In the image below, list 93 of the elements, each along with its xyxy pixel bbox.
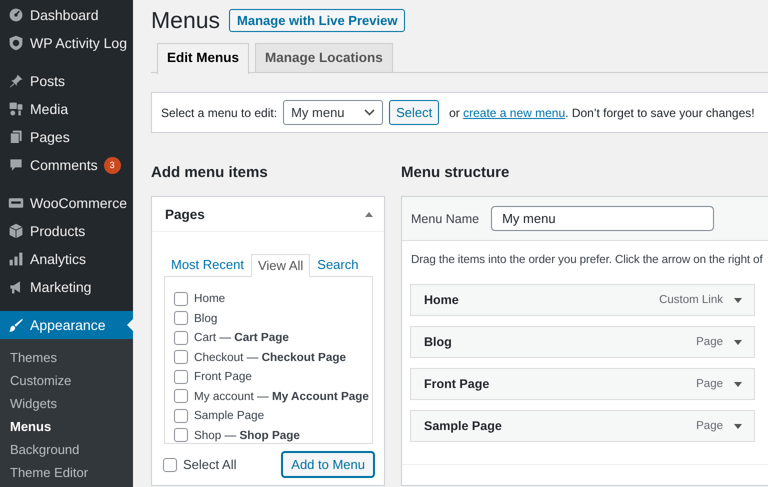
pin-icon	[8, 73, 24, 89]
menu-item-title: Front Page	[424, 377, 490, 391]
panel-title: Pages	[165, 206, 205, 222]
sidebar-item[interactable]: Comments 3	[0, 151, 133, 179]
comment-icon	[8, 157, 24, 173]
instructions-text: Drag the items into the order you prefer. Click the arrow on the right of	[411, 253, 764, 266]
submenu-item[interactable]: Widgets	[0, 392, 133, 415]
checkbox[interactable]	[163, 458, 177, 472]
shield-icon	[8, 35, 24, 51]
dashboard-icon	[8, 7, 24, 23]
panel-tab[interactable]: Search	[310, 253, 366, 276]
checkbox[interactable]	[174, 428, 188, 442]
caret-icon[interactable]	[734, 382, 742, 386]
submenu-item[interactable]: Background	[0, 438, 133, 461]
menu-name-field[interactable]: My menu	[491, 206, 714, 231]
caret-icon[interactable]	[734, 298, 742, 302]
sidebar-item[interactable]: Pages	[0, 123, 133, 151]
section-heading: Add menu items	[151, 163, 269, 183]
submenu-item[interactable]: Theme Editor	[0, 461, 133, 484]
checkbox[interactable]	[174, 389, 188, 404]
sidebar-label: WP Activity Log	[30, 35, 128, 51]
sidebar-item[interactable]: Analytics	[0, 245, 133, 273]
sidebar-item[interactable]: Media	[0, 95, 133, 123]
sidebar-label: Media	[30, 101, 68, 117]
submenu-item[interactable]: Menus	[0, 415, 133, 438]
sidebar-item[interactable]: Appearance	[0, 311, 133, 339]
page-label: Front Page	[194, 370, 252, 384]
menu-item-bar[interactable]: Home Custom Link	[410, 284, 755, 316]
page-label: Cart — Cart Page	[194, 331, 289, 344]
menu-item-type: Page	[696, 378, 723, 390]
caret-icon[interactable]	[734, 340, 742, 344]
page-label: Shop — Shop Page	[194, 428, 300, 442]
sidebar-label: Posts	[30, 73, 66, 89]
select-all-label: Select All	[183, 457, 236, 472]
live-preview-button[interactable]: Manage with Live Preview	[229, 8, 406, 32]
sidebar-label: Marketing	[30, 279, 92, 295]
bar-chart-icon	[8, 251, 24, 267]
checkbox[interactable]	[174, 370, 188, 384]
sidebar-item[interactable]: Posts	[0, 67, 133, 95]
chevron-down-icon	[364, 109, 376, 116]
checkbox[interactable]	[174, 408, 188, 423]
sidebar-label: Pages	[30, 129, 70, 145]
field-label: Menu Name	[411, 212, 480, 226]
tab[interactable]: Manage Locations	[255, 43, 393, 72]
sidebar-label: Analytics	[30, 251, 86, 267]
sidebar-item[interactable]: Dashboard	[0, 1, 133, 29]
page-label: My account — My Account Page	[194, 390, 369, 403]
menu-item-type: Custom Link	[659, 294, 723, 306]
create-menu-link[interactable]: create a new menu	[463, 106, 566, 120]
sidebar-label: Comments	[30, 157, 98, 173]
menu-item-title: Sample Page	[424, 419, 502, 433]
select-button[interactable]: Select	[389, 100, 440, 125]
page-label: Home	[194, 292, 226, 306]
brush-icon	[8, 317, 24, 333]
menu-item-title: Home	[424, 293, 459, 307]
page-label: Sample Page	[194, 409, 264, 422]
menu-item-bar[interactable]: Sample Page Page	[410, 410, 755, 442]
page-label: Blog	[194, 312, 218, 325]
menu-dropdown[interactable]: My menu	[283, 100, 384, 125]
section-heading: Menu structure	[401, 163, 510, 183]
page-label: Checkout — Checkout Page	[194, 350, 346, 364]
checkbox[interactable]	[174, 330, 188, 345]
notice-text: or create a new menu. Don’t forget to save your changes!	[449, 106, 755, 120]
menu-item-title: Blog	[424, 335, 452, 349]
sidebar-item[interactable]: Marketing	[0, 273, 133, 301]
checkbox[interactable]	[174, 350, 188, 364]
sidebar-item[interactable]: WooCommerce	[0, 189, 133, 217]
sidebar-label: Products	[30, 223, 86, 239]
collapse-triangle-icon[interactable]	[365, 212, 373, 216]
submenu-item[interactable]: Themes	[0, 346, 133, 369]
sidebar-label: Appearance	[30, 317, 106, 333]
submenu-item[interactable]: Customize	[0, 369, 133, 392]
select-label: Select a menu to edit:	[161, 106, 278, 120]
sidebar-item[interactable]: WP Activity Log	[0, 29, 133, 57]
panel-tab[interactable]: View All	[250, 254, 310, 277]
box-icon	[8, 223, 24, 239]
menu-item-type: Page	[696, 336, 723, 348]
sidebar-label: Dashboard	[30, 7, 98, 23]
sidebar-label: WooCommerce	[30, 195, 127, 211]
menu-item-type: Page	[696, 420, 723, 432]
caret-icon[interactable]	[734, 424, 742, 428]
checkbox[interactable]	[174, 292, 188, 306]
media-icon	[8, 101, 24, 117]
menu-item-bar[interactable]: Front Page Page	[410, 368, 755, 400]
page-title: Menus	[151, 6, 220, 35]
menu-item-bar[interactable]: Blog Page	[410, 326, 755, 358]
panel-tab[interactable]: Most Recent	[164, 253, 251, 276]
count-badge: 3	[104, 156, 121, 174]
pages-icon	[8, 129, 24, 145]
checkbox[interactable]	[174, 311, 188, 326]
add-to-menu-button[interactable]: Add to Menu	[282, 452, 374, 477]
tab[interactable]: Edit Menus	[157, 43, 250, 74]
sidebar-item[interactable]: Products	[0, 217, 133, 245]
